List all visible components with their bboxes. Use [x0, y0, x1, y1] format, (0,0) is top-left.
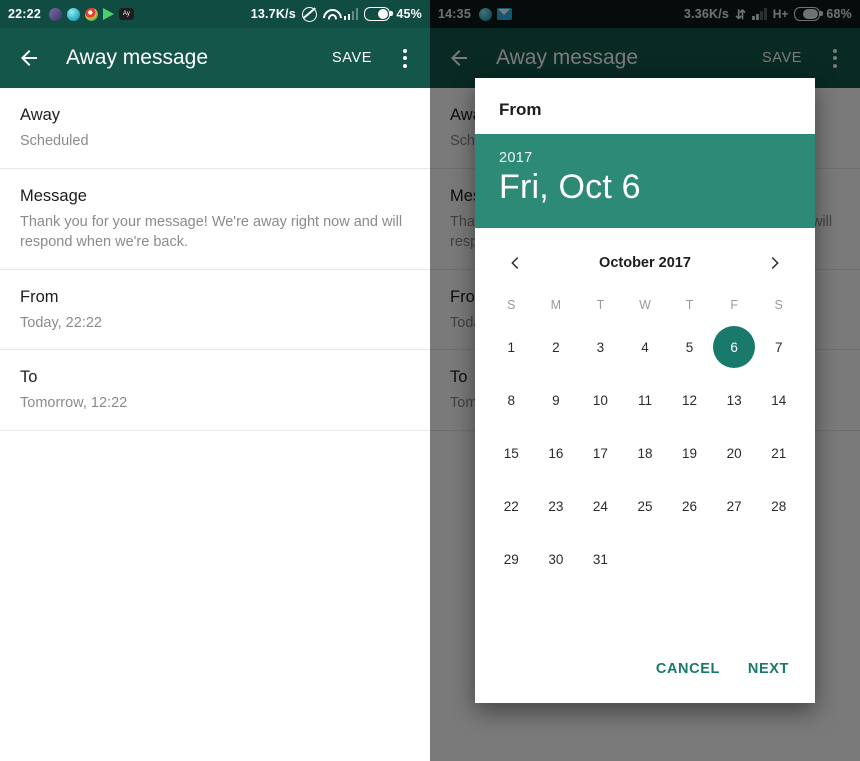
list-item[interactable]: From Today, 22:22 [0, 270, 430, 351]
globe-icon [66, 7, 80, 21]
list-item-subtitle: Tomorrow, 12:22 [20, 395, 128, 412]
calendar-day[interactable]: 23 [534, 483, 579, 530]
list-item-subtitle: Today, 22:22 [20, 314, 102, 331]
calendar-day[interactable]: 10 [578, 377, 623, 424]
calendar-day[interactable]: 26 [667, 483, 712, 530]
calendar-day[interactable]: 24 [578, 483, 623, 530]
calendar-day-grid: 1 2 3 4 5 6 7 8 9 10 11 12 13 14 15 16 17 18 19 20 21 22 23 24 2… [489, 324, 801, 583]
status-right-cluster: 13.7K/s 45% [250, 6, 422, 22]
date-picker-dialog: From 2017 Fri, Oct 6 October 2017 S M T … [475, 78, 815, 703]
calendar-month-label: October 2017 [599, 254, 691, 271]
list-item[interactable]: Away Scheduled [0, 88, 430, 169]
calendar: October 2017 SMTWTFS 1 2 3 4 5 6 7 8 9 10 11 12 13 14… [475, 228, 815, 661]
calendar-weekday: T [685, 297, 694, 312]
calendar-weekday: M [550, 297, 562, 312]
calendar-day[interactable]: 14 [756, 377, 801, 424]
right-phone-screen: 14:35 3.36K/s ⇵ H+ 68% Away message [430, 0, 860, 761]
dual-screenshot-container: 22:22 Ay 13.7K/s 45% Away message SAVE A… [0, 0, 860, 761]
page-title: Away message [66, 46, 209, 69]
calendar-day[interactable]: 29 [489, 536, 534, 583]
list-item-subtitle: Scheduled [20, 133, 89, 149]
calendar-day[interactable]: 30 [534, 536, 579, 583]
play-store-icon [102, 8, 114, 20]
calendar-day[interactable]: 4 [623, 324, 668, 371]
calendar-weekday: S [507, 297, 516, 312]
calendar-day[interactable]: 16 [534, 430, 579, 477]
calendar-day[interactable]: 25 [623, 483, 668, 530]
arrow-back-icon[interactable] [14, 43, 44, 73]
calendar-day[interactable]: 17 [578, 430, 623, 477]
list-item-title: To [20, 368, 38, 387]
mi-icon [48, 7, 62, 21]
left-phone-screen: 22:22 Ay 13.7K/s 45% Away message SAVE A… [0, 0, 430, 761]
chevron-right-icon[interactable] [761, 250, 787, 276]
chevron-left-icon[interactable] [503, 250, 529, 276]
app-bar: Away message SAVE [0, 28, 430, 88]
list-item[interactable]: To Tomorrow, 12:22 [0, 350, 430, 431]
calendar-day[interactable]: 22 [489, 483, 534, 530]
calendar-day[interactable]: 13 [712, 377, 757, 424]
calendar-weekday: S [774, 297, 783, 312]
app-icon: Ay [118, 8, 134, 20]
calendar-day[interactable]: 3 [578, 324, 623, 371]
calendar-day[interactable]: 28 [756, 483, 801, 530]
status-clock: 22:22 [8, 7, 41, 21]
calendar-day[interactable]: 19 [667, 430, 712, 477]
list-item-title: Away [20, 106, 61, 124]
selected-date[interactable]: Fri, Oct 6 [499, 169, 791, 206]
calendar-day[interactable]: 31 [578, 536, 623, 583]
calendar-day[interactable]: 9 [534, 377, 579, 424]
calendar-day[interactable]: 1 [489, 324, 534, 371]
calendar-day[interactable]: 2 [534, 324, 579, 371]
calendar-weekday: W [639, 297, 651, 312]
mute-icon [301, 6, 317, 22]
signal-icon [343, 8, 359, 20]
calendar-day[interactable]: 21 [756, 430, 801, 477]
calendar-day-selected[interactable]: 6 [712, 324, 757, 371]
dialog-label: From [499, 100, 542, 119]
calendar-day[interactable]: 12 [667, 377, 712, 424]
list-item-title: From [20, 287, 59, 306]
calendar-day[interactable]: 8 [489, 377, 534, 424]
list-item[interactable]: Message Thank you for your message! We'r… [0, 169, 430, 270]
date-picker-header: 2017 Fri, Oct 6 [475, 134, 815, 228]
selected-year[interactable]: 2017 [499, 150, 791, 166]
network-speed: 13.7K/s [250, 7, 296, 21]
list-item-subtitle: Thank you for your message! We're away r… [20, 213, 403, 251]
battery-percent: 45% [396, 7, 422, 21]
status-bar: 22:22 Ay 13.7K/s 45% [0, 0, 430, 28]
calendar-weekday: F [730, 297, 738, 312]
calendar-day[interactable]: 5 [667, 324, 712, 371]
settings-list: Away Scheduled Message Thank you for you… [0, 88, 430, 431]
calendar-day[interactable]: 18 [623, 430, 668, 477]
save-button[interactable]: SAVE [332, 50, 372, 66]
kebab-menu-icon[interactable] [394, 43, 416, 73]
notification-icons: Ay [48, 7, 134, 21]
chrome-icon [84, 7, 98, 21]
dialog-actions: CANCEL NEXT [475, 661, 815, 703]
calendar-day[interactable]: 11 [623, 377, 668, 424]
calendar-day[interactable]: 27 [712, 483, 757, 530]
calendar-nav: October 2017 [489, 228, 801, 288]
next-button[interactable]: NEXT [748, 661, 789, 677]
cancel-button[interactable]: CANCEL [656, 661, 720, 677]
calendar-weekday-row: SMTWTFS [489, 288, 801, 324]
list-item-title: Message [20, 186, 87, 205]
calendar-weekday: T [596, 297, 605, 312]
battery-icon [364, 7, 393, 21]
calendar-day[interactable]: 15 [489, 430, 534, 477]
calendar-day[interactable]: 7 [756, 324, 801, 371]
wifi-icon [323, 8, 338, 20]
calendar-day[interactable]: 20 [712, 430, 757, 477]
